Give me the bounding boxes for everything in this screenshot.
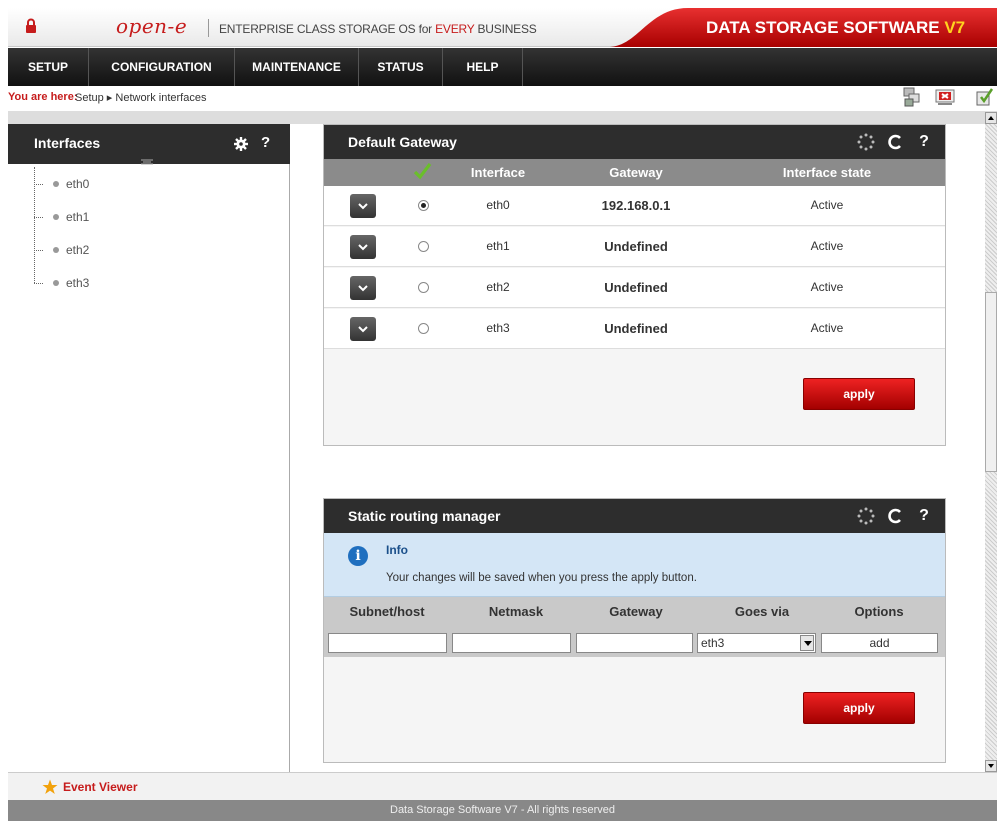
row-options-button[interactable] [350, 235, 376, 259]
dropdown-arrow-icon [800, 635, 814, 651]
product-title: DATA STORAGE SOFTWARE V7 [706, 18, 966, 37]
routing-table-header: Subnet/host Netmask Gateway Goes via Opt… [324, 597, 945, 627]
lock-icon [26, 18, 36, 33]
star-icon [42, 779, 58, 794]
sidebar-help-icon[interactable]: ? [261, 134, 270, 151]
table-row: eth2 Undefined Active [324, 268, 945, 308]
gateway-table-header: Interface Gateway Interface state [324, 159, 945, 186]
info-box: i Info Your changes will be saved when y… [324, 533, 945, 597]
table-row: eth0 192.168.0.1 Active [324, 186, 945, 226]
top-header: open-e ENTERPRISE CLASS STORAGE OS for E… [8, 8, 997, 47]
status-dot-icon [53, 214, 59, 220]
main-nav: SETUP CONFIGURATION MAINTENANCE STATUS H… [8, 48, 997, 86]
status-dot-icon [53, 181, 59, 187]
default-gateway-radio[interactable] [418, 200, 429, 211]
nav-status[interactable]: STATUS [359, 48, 443, 86]
routing-input-row: eth3 add [324, 627, 945, 657]
footer: Data Storage Software V7 - All rights re… [8, 800, 997, 821]
static-routing-panel: Static routing manager ? i Info Your cha… [323, 498, 946, 763]
default-gateway-radio[interactable] [418, 282, 429, 293]
breadcrumb-path[interactable]: Setup ▸ Network interfaces [75, 91, 206, 104]
row-options-button[interactable] [350, 317, 376, 341]
goes-via-select[interactable]: eth3 [697, 633, 816, 653]
info-icon: i [348, 546, 368, 566]
collapse-handle-icon[interactable] [141, 159, 153, 165]
spinner-icon [857, 133, 875, 151]
sidebar-header: Interfaces ? [8, 124, 290, 164]
event-viewer-link[interactable]: Event Viewer [63, 780, 137, 794]
scroll-up-arrow-icon[interactable] [985, 112, 997, 124]
default-gateway-radio[interactable] [418, 241, 429, 252]
nav-configuration[interactable]: CONFIGURATION [89, 48, 235, 86]
default-gateway-panel: Default Gateway ? Interface Gateway Inte… [323, 124, 946, 446]
event-viewer-bar: Event Viewer [8, 772, 997, 800]
chevron-down-icon [358, 326, 368, 333]
breadcrumb-label: You are here: [8, 91, 78, 103]
panel-header: Static routing manager ? [324, 499, 945, 533]
sidebar-title: Interfaces [34, 135, 101, 151]
help-icon[interactable]: ? [914, 132, 934, 152]
status-dot-icon [53, 280, 59, 286]
info-text: Your changes will be saved when you pres… [386, 572, 697, 584]
row-options-button[interactable] [350, 276, 376, 300]
check-icon [413, 163, 432, 180]
main-content: Default Gateway ? Interface Gateway Inte… [290, 124, 985, 772]
nav-help[interactable]: HELP [443, 48, 523, 86]
network-config-icon[interactable] [901, 86, 923, 108]
gear-icon[interactable] [234, 137, 248, 151]
table-row: eth3 Undefined Active [324, 309, 945, 349]
netmask-input[interactable] [452, 633, 571, 653]
info-title: Info [386, 543, 408, 557]
vertical-scrollbar[interactable] [985, 112, 997, 772]
apply-button[interactable]: apply [803, 378, 915, 410]
table-row: eth1 Undefined Active [324, 227, 945, 267]
nav-maintenance[interactable]: MAINTENANCE [235, 48, 359, 86]
status-dot-icon [53, 247, 59, 253]
gateway-input[interactable] [576, 633, 693, 653]
nav-setup[interactable]: SETUP [8, 48, 89, 86]
scroll-thumb[interactable] [985, 292, 997, 472]
tagline: ENTERPRISE CLASS STORAGE OS for EVERY BU… [219, 22, 537, 36]
brand-logo: open-e [116, 14, 188, 38]
panel-title: Static routing manager [348, 508, 501, 524]
refresh-icon[interactable] [885, 506, 905, 526]
help-icon[interactable]: ? [914, 506, 934, 526]
add-route-button[interactable]: add [821, 633, 938, 653]
breadcrumb: You are here: Setup ▸ Network interfaces [8, 86, 997, 112]
subnet-host-input[interactable] [328, 633, 447, 653]
row-options-button[interactable] [350, 194, 376, 218]
chevron-down-icon [358, 203, 368, 210]
frame-spacer [8, 112, 985, 124]
close-window-icon[interactable] [934, 86, 956, 108]
spinner-icon [857, 507, 875, 525]
default-gateway-radio[interactable] [418, 323, 429, 334]
panel-header: Default Gateway ? [324, 125, 945, 159]
sidebar: Interfaces ? eth0 eth1 eth2 eth3 [8, 124, 290, 772]
chevron-down-icon [358, 285, 368, 292]
divider [208, 19, 209, 37]
apply-button[interactable]: apply [803, 692, 915, 724]
scroll-down-arrow-icon[interactable] [985, 760, 997, 772]
refresh-icon[interactable] [885, 132, 905, 152]
logout-icon[interactable] [973, 86, 995, 108]
panel-title: Default Gateway [348, 134, 457, 150]
chevron-down-icon [358, 244, 368, 251]
